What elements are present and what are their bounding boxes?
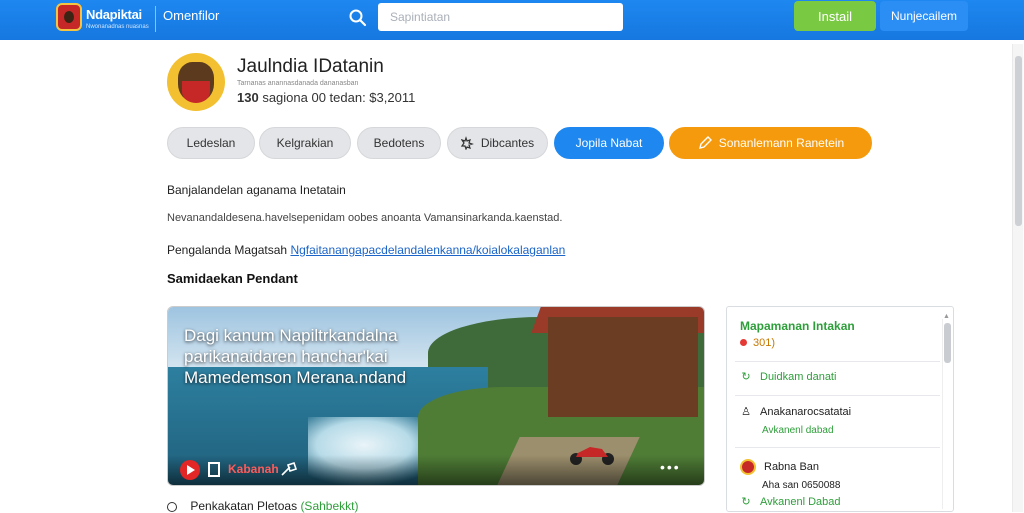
brand-logo[interactable] [56, 3, 82, 31]
tab-label: Bedotens [373, 136, 425, 150]
divider [735, 361, 940, 362]
tab-label: Ledeslan [186, 136, 236, 150]
puzzle-icon [460, 136, 474, 150]
tab-label: Dibcantes [480, 136, 535, 150]
panel-item[interactable]: ↻ Avkanenl Dabad [740, 496, 841, 508]
profile-stats: 130 sagiona 00 tedan: $3,2011 [237, 90, 415, 105]
refresh-icon: ↻ [741, 371, 751, 383]
panel-item[interactable]: ♙ Anakanarocsatatai [740, 406, 851, 418]
tab-label: Kelgrakian [276, 136, 334, 150]
tab-ledeslan[interactable]: Ledeslan [167, 127, 255, 159]
content-link[interactable]: Ngfaitanangapacdelandalenkanna/koialokal… [290, 243, 565, 257]
page-scroll-thumb[interactable] [1015, 56, 1022, 226]
content-line-3: Pengalanda Magatsah Ngfaitanangapacdelan… [167, 243, 565, 257]
video-title: Dagi kanum Napiltrkandalna parikanaidare… [184, 326, 407, 387]
tab-jopila-nabat[interactable]: Jopila Nabat [554, 127, 664, 159]
info-button[interactable]: Nunjecailem [880, 1, 968, 31]
profile-handle: Tarnanas anannasdanada dananasban [237, 80, 359, 87]
panel-count: 301) [740, 337, 775, 349]
tab-bedotens[interactable]: Bedotens [357, 127, 441, 159]
panel-title: Mapamanan Intakan [740, 319, 855, 333]
panel-item-label: Duidkam danati [760, 371, 837, 383]
scroll-up-icon[interactable]: ▲ [943, 313, 950, 320]
brand-subtitle: Nwonanadnas nuasnas [86, 24, 149, 30]
video-player[interactable]: Dagi kanum Napiltrkandalna parikanaidare… [167, 306, 705, 486]
panel-item[interactable]: Rabna Ban [740, 459, 819, 475]
content-line-1: Banjalandelan aganama Inetatain [167, 183, 346, 197]
tab-dibcantes[interactable]: Dibcantes [447, 127, 548, 159]
nav-link[interactable]: Omenfilor [163, 8, 219, 23]
panel-count-value: 301) [753, 337, 776, 349]
tab-label: Jopila Nabat [575, 136, 643, 150]
avatar [740, 459, 756, 475]
side-panel: Mapamanan Intakan 301) ↻ Duidkam danati … [726, 306, 954, 512]
radio-button[interactable] [167, 501, 177, 512]
divider [735, 395, 940, 396]
status-dot-icon [740, 339, 747, 346]
content-line-3-label: Pengalanda Magatsah [167, 243, 288, 257]
play-icon[interactable] [180, 460, 200, 480]
user-icon: ♙ [741, 406, 751, 418]
panel-item-sub: Avkanenl dabad [762, 425, 834, 436]
tab-kelgrakian[interactable]: Kelgrakian [259, 127, 351, 159]
panel-item-label: Avkanenl Dabad [760, 496, 841, 508]
brand-title[interactable]: Ndapiktai [86, 7, 142, 22]
content-line-2: Nevanandaldesena.havelsepenidam oobes an… [167, 212, 563, 224]
edit-button[interactable]: Sonanlemann Ranetein [669, 127, 872, 159]
video-caption: Penkakatan Pletoas (Sahbekkt) [167, 499, 358, 513]
search-icon[interactable] [344, 4, 372, 32]
install-button[interactable]: Instail [794, 1, 876, 31]
page-scrollbar[interactable] [1012, 44, 1023, 512]
video-label: Kabanah [228, 462, 279, 476]
video-house [548, 317, 698, 417]
search-input[interactable] [378, 3, 623, 31]
panel-item-label: Anakanarocsatatai [760, 406, 852, 418]
tab-label: Sonanlemann Ranetein [718, 136, 845, 150]
more-options-icon[interactable]: ••• [660, 459, 681, 475]
video-caption-link[interactable]: (Sahbekkt) [300, 499, 358, 513]
scroll-thumb[interactable] [944, 323, 951, 363]
avatar[interactable] [167, 53, 225, 111]
pencil-icon [698, 136, 712, 149]
refresh-icon: ↻ [741, 496, 751, 508]
panel-item-label: Rabna Ban [764, 461, 820, 473]
profile-name: Jaulndia IDatanin [237, 56, 384, 77]
avatar-beard [182, 81, 210, 103]
top-bar: Ndapiktai Nwonanadnas nuasnas Omenfilor … [0, 0, 1024, 40]
stop-icon[interactable] [208, 462, 220, 477]
stats-text: sagiona 00 tedan: $3,2011 [262, 90, 416, 105]
divider [735, 447, 940, 448]
panel-scrollbar[interactable]: ▲ [942, 313, 951, 509]
video-caption-text: Penkakatan Pletoas [190, 499, 298, 513]
nav-divider [155, 6, 156, 32]
stats-count: 130 [237, 90, 259, 105]
panel-item[interactable]: ↻ Duidkam danati [740, 371, 836, 383]
share-icon[interactable] [280, 460, 300, 478]
panel-item-sub: Aha san 0650088 [762, 480, 841, 491]
section-title: Samidaekan Pendant [167, 271, 298, 286]
